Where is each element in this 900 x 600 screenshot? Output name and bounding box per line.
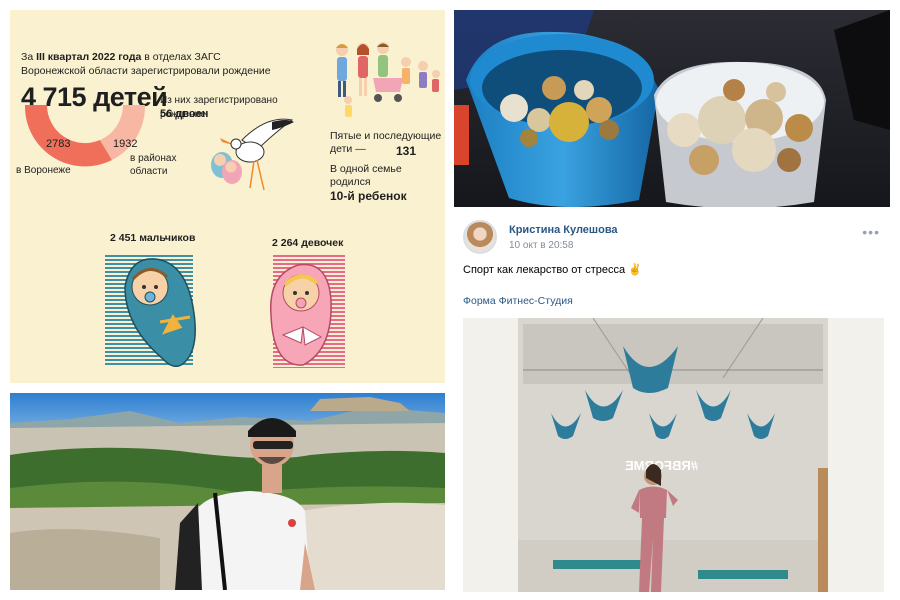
voronezh-segment [24,105,112,167]
fitness-studio-photo[interactable]: #RBFORME [463,318,884,592]
voronezh-value: 2783 [46,138,70,150]
baby-boy-icon [105,255,196,367]
boys-count: 2 451 мальчиков [110,232,196,244]
fifth-children-caption: Пятые и последующие дети — [330,130,442,155]
headline-prefix: За [21,51,37,63]
post-timestamp-link[interactable]: 10 окт в 20:58 [509,240,573,251]
post-text-body: Спорт как лекарство от стресса [463,264,626,276]
voronezh-label: в Воронеже [16,165,71,176]
fifth-children-value: 131 [396,144,417,158]
family-caption: В одной семье родился [330,163,402,188]
headline: За III квартал 2022 года в отделах ЗАГС … [21,50,281,78]
baby-girl-icon [269,255,345,368]
mushroom-buckets-photo [454,10,890,207]
family-illustration [336,42,440,117]
victory-hand-icon: ✌ [628,264,642,276]
more-options-icon[interactable]: ••• [862,225,880,239]
author-name-link[interactable]: Кристина Кулешова [509,224,618,236]
family-value: 10-й ребенок [330,189,407,203]
districts-label: в районах области [130,153,177,177]
source-link[interactable]: Форма Фитнес-Студия [463,295,573,307]
athens-traveler-photo [10,393,445,590]
studio-sign: #RBFORME [625,458,698,473]
headline-period: III квартал 2022 года [36,51,142,63]
girls-count: 2 264 девочек [272,237,344,249]
avatar[interactable] [463,220,497,254]
districts-value: 1932 [113,138,137,150]
stork-icon [211,118,294,191]
post-text: Спорт как лекарство от стресса ✌ [463,263,642,276]
birth-statistics-infographic: За III квартал 2022 года в отделах ЗАГС … [10,10,445,383]
vk-post-card: Кристина Кулешова 10 окт в 20:58 ••• Спо… [454,210,890,600]
